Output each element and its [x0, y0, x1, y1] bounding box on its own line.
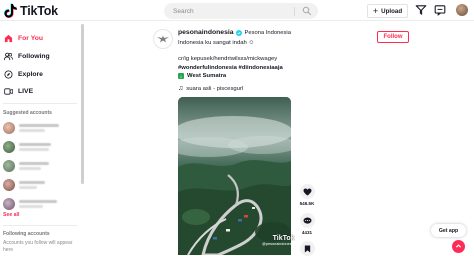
username-text: pesonaindonesia — [178, 29, 234, 36]
sidebar-item-explore[interactable]: Explore — [4, 68, 43, 81]
see-all-link[interactable]: See all — [3, 212, 19, 218]
like-circle[interactable] — [299, 184, 315, 199]
garuda-logo-icon — [157, 35, 169, 43]
bookmark-icon — [304, 244, 310, 253]
arrow-up-icon — [455, 244, 462, 248]
sidebar: For You Following Explore LIVE Suggested… — [0, 22, 86, 255]
follow-button[interactable]: Follow — [377, 31, 409, 43]
following-accounts-description: Accounts you follow will appear here — [3, 240, 73, 253]
compass-icon — [4, 70, 13, 79]
upload-button[interactable]: + Upload — [367, 4, 408, 18]
verified-badge-icon — [235, 29, 242, 36]
sidebar-item-label: Following — [18, 53, 50, 60]
suggested-account[interactable] — [3, 140, 51, 154]
avatar — [3, 122, 15, 134]
tiktok-logo-icon — [4, 3, 17, 18]
post-hashtags[interactable]: #wonderfulindonesia #diindonesiaaja — [178, 65, 283, 71]
post-music[interactable]: ♫ suara asli - piscesgurl — [178, 85, 243, 92]
video-player[interactable] — [178, 97, 291, 255]
bookmark-circle[interactable] — [299, 241, 315, 256]
blurred-account-name — [19, 181, 45, 189]
comment-icon — [303, 216, 311, 224]
music-note-icon: ♫ — [178, 85, 184, 92]
comment-circle[interactable] — [299, 213, 315, 228]
upload-label: Upload — [381, 7, 403, 15]
avatar — [3, 160, 15, 172]
messages-icon[interactable] — [434, 4, 446, 16]
search-divider — [294, 6, 295, 16]
blurred-account-name — [19, 143, 51, 151]
back-to-top-button[interactable] — [452, 240, 465, 253]
video-watermark: TikTok @pesonaindonesia — [262, 235, 295, 246]
suggested-account[interactable] — [3, 197, 57, 211]
sidebar-item-live[interactable]: LIVE — [4, 85, 33, 98]
video-frame-image — [178, 97, 291, 255]
heart-icon — [303, 187, 311, 196]
author-avatar[interactable] — [153, 29, 173, 49]
tiktok-logo[interactable]: TikTok — [4, 3, 58, 18]
suggested-account[interactable] — [3, 121, 59, 135]
sidebar-item-label: Explore — [18, 71, 43, 78]
avatar — [3, 141, 15, 153]
get-app-button[interactable]: Get app — [431, 224, 466, 237]
music-label: suara asli - piscesgurl — [186, 85, 244, 92]
following-accounts-title: Following accounts — [3, 231, 50, 237]
post-credits: cr/ig kepusek/hendriwilsss/mickwagey — [178, 56, 278, 62]
comment-count: 4431 — [301, 230, 313, 235]
people-icon — [4, 52, 13, 61]
like-count: 546.5K — [299, 201, 315, 206]
home-icon — [4, 34, 13, 43]
top-header: TikTok Search + Upload — [0, 0, 474, 21]
sidebar-divider — [3, 103, 77, 104]
search-bar[interactable]: Search — [164, 3, 318, 19]
sidebar-item-label: LIVE — [18, 88, 34, 95]
live-icon — [4, 88, 13, 95]
post-location[interactable]: ⌂ West Sumatra — [178, 73, 226, 79]
blurred-account-name — [19, 200, 57, 208]
suggested-account[interactable] — [3, 178, 45, 192]
plus-icon: + — [372, 5, 379, 16]
sidebar-item-for-you[interactable]: For You — [4, 32, 43, 45]
blurred-account-name — [19, 124, 59, 132]
bookmark-button[interactable] — [298, 241, 316, 256]
search-icon[interactable] — [302, 6, 312, 16]
author-nickname: Pesona Indonesia — [244, 29, 291, 36]
like-button[interactable]: 546.5K — [298, 184, 316, 206]
sidebar-item-following[interactable]: Following — [4, 50, 50, 63]
inbox-send-icon[interactable] — [415, 4, 427, 16]
avatar — [3, 179, 15, 191]
search-input[interactable]: Search — [173, 8, 294, 15]
suggested-accounts-title: Suggested accounts — [3, 110, 52, 116]
sidebar-divider — [3, 225, 77, 226]
blurred-account-name — [19, 162, 49, 170]
avatar — [3, 198, 15, 210]
location-label: West Sumatra — [187, 73, 227, 79]
comment-button[interactable]: 4431 — [298, 213, 316, 235]
watermark-handle: @pesonaindonesia — [262, 242, 295, 246]
suggested-account[interactable] — [3, 159, 49, 173]
watermark-logo: TikTok — [272, 235, 295, 242]
sidebar-item-label: For You — [18, 35, 44, 42]
sidebar-scrollbar[interactable] — [81, 24, 84, 184]
post-caption: Indonesia ku sangat indah ☺ — [178, 40, 255, 46]
profile-avatar[interactable] — [456, 4, 468, 16]
logo-text: TikTok — [20, 3, 58, 18]
location-icon: ⌂ — [178, 73, 184, 79]
author-username[interactable]: pesonaindonesia Pesona Indonesia — [178, 29, 291, 36]
